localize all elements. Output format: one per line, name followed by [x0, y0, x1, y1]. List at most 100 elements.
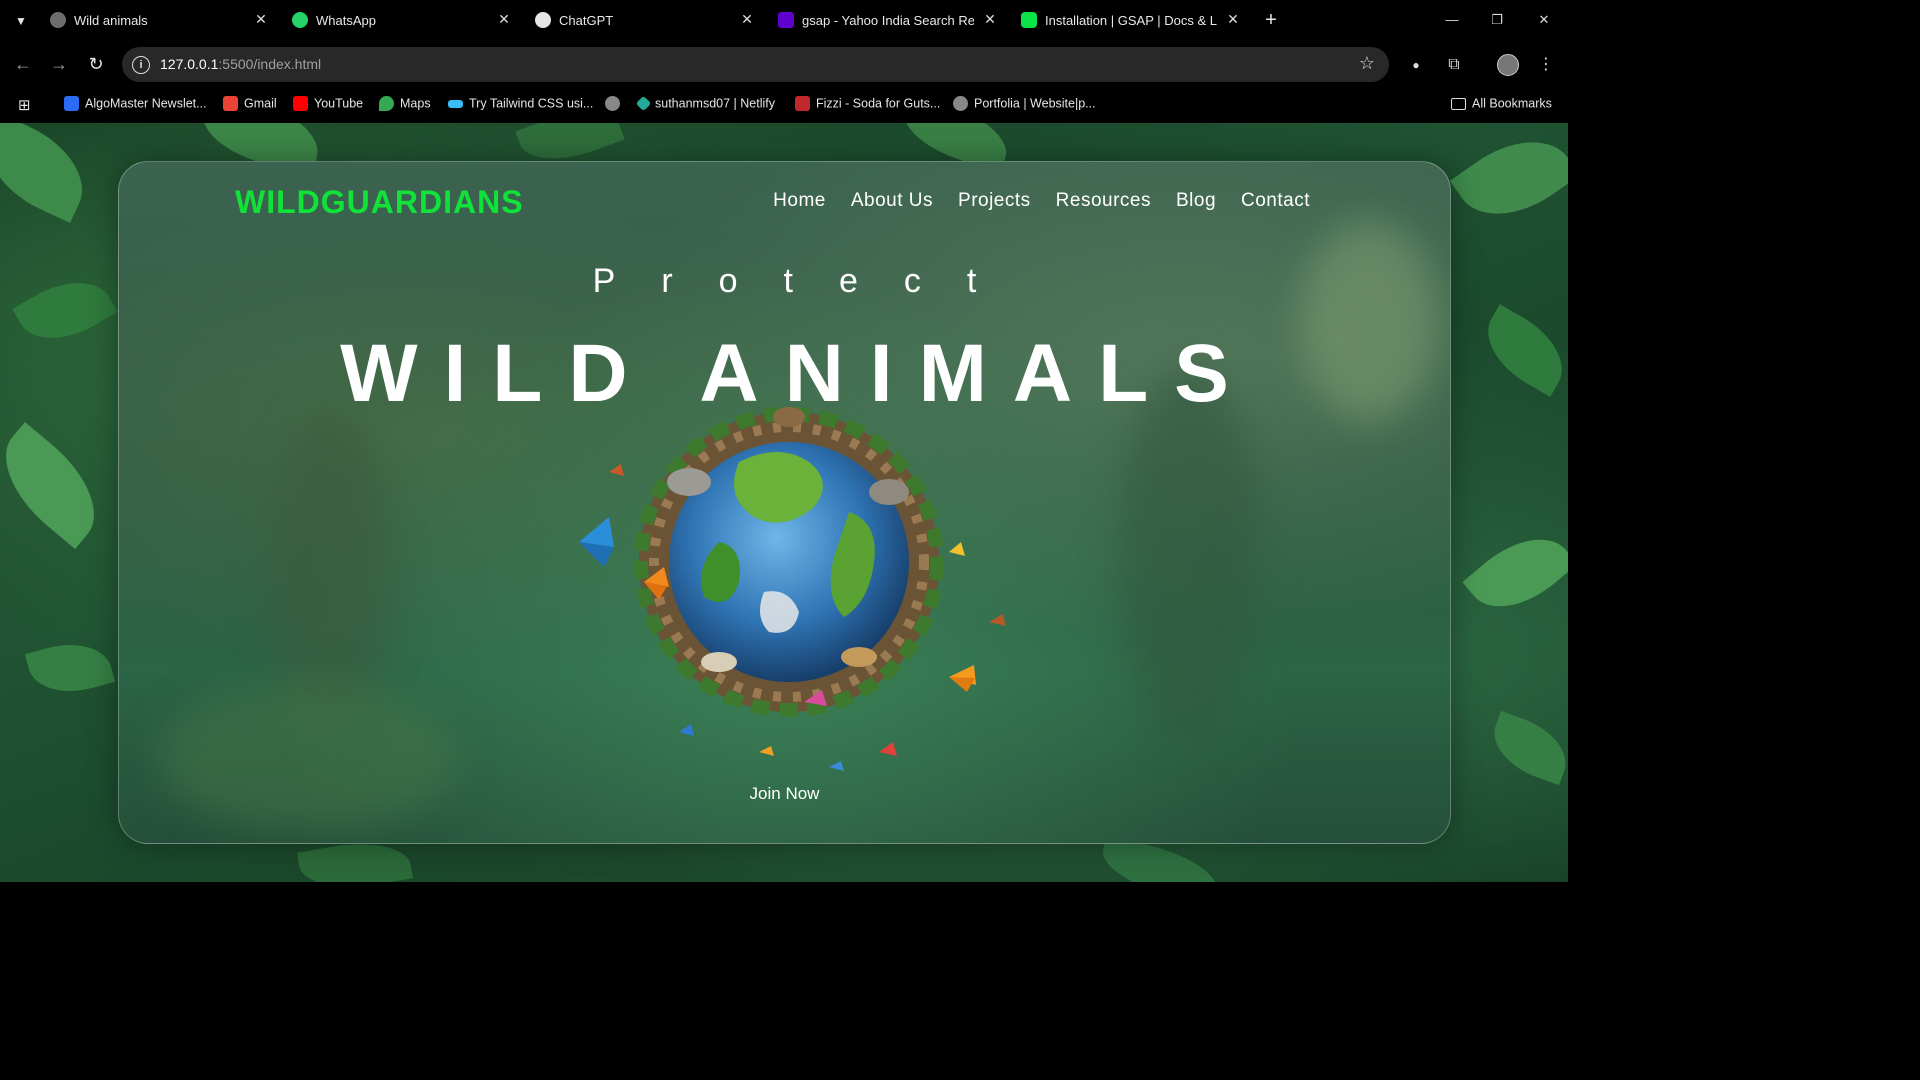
youtube-icon	[293, 96, 308, 112]
bookmark-maps[interactable]: Maps	[379, 96, 431, 114]
brand-logo[interactable]: WILDGUARDIANS	[235, 184, 524, 221]
bookmark-label: Portfolia | Website|p...	[974, 96, 1096, 111]
bookmark-globe[interactable]	[605, 96, 626, 114]
bookmarks-bar: ⊞ AlgoMaster Newslet... Gmail YouTube Ma…	[0, 88, 1568, 123]
site-info-icon[interactable]: i	[132, 56, 150, 74]
giraffe-shape	[841, 647, 877, 667]
tab-title: Installation | GSAP | Docs & Lea	[1045, 13, 1217, 28]
maps-pin-icon	[379, 96, 394, 112]
chatgpt-icon	[535, 12, 551, 28]
new-tab-plus-icon[interactable]: +	[1260, 9, 1282, 31]
reload-icon[interactable]: ↻	[85, 53, 107, 75]
leaf-decoration	[1472, 304, 1568, 397]
bookmark-label: suthanmsd07 | Netlify	[655, 96, 775, 111]
hero-kicker: Protect	[592, 262, 1023, 300]
bookmark-label: Fizzi - Soda for Guts...	[816, 96, 941, 111]
nav-projects[interactable]: Projects	[958, 190, 1031, 212]
close-tab-icon[interactable]: ✕	[496, 11, 512, 27]
url-host: 127.0.0.1	[160, 56, 219, 72]
bookmark-label: Gmail	[244, 96, 277, 111]
animal-shape	[773, 407, 805, 427]
minimize-icon[interactable]: —	[1440, 10, 1464, 30]
earth-animals-illustration	[549, 372, 1029, 792]
butterfly-blue-icon	[579, 517, 614, 567]
restore-icon[interactable]: ❐	[1485, 10, 1509, 30]
folder-icon	[1451, 97, 1466, 110]
butterfly-yellow-icon	[949, 542, 965, 556]
leaf-decoration	[1449, 123, 1568, 239]
bookmark-fizzi[interactable]: Fizzi - Soda for Guts...	[795, 96, 940, 114]
back-arrow-icon[interactable]: ←	[12, 53, 34, 75]
url-text[interactable]: 127.0.0.1:5500/index.html	[160, 56, 321, 72]
globe-icon	[50, 12, 66, 28]
all-bookmarks-button[interactable]: All Bookmarks	[1451, 96, 1552, 114]
close-tab-icon[interactable]: ✕	[739, 11, 755, 27]
profile-avatar-icon[interactable]	[1497, 54, 1519, 76]
bookmark-label: YouTube	[314, 96, 364, 111]
fizzi-icon	[795, 96, 810, 112]
main-nav: Home About Us Projects Resources Blog Co…	[773, 190, 1310, 212]
leaf-decoration	[0, 422, 117, 549]
nav-about-us[interactable]: About Us	[851, 190, 933, 212]
butterfly-red-icon	[879, 742, 897, 756]
bookmark-algomaster[interactable]: AlgoMaster Newslet...	[64, 96, 207, 114]
globe-icon	[605, 96, 620, 112]
globe-icon	[953, 96, 968, 112]
rhino-shape	[869, 479, 909, 505]
leaf-decoration	[24, 633, 116, 703]
url-path: :5500/index.html	[218, 56, 322, 72]
tab-chatgpt[interactable]: ChatGPT ✕	[535, 6, 755, 36]
bookmark-label: Maps	[400, 96, 431, 111]
bookmark-label: AlgoMaster Newslet...	[85, 96, 207, 111]
all-bookmarks-label: All Bookmarks	[1472, 96, 1552, 111]
whatsapp-icon	[292, 12, 308, 28]
earth-globe-svg	[579, 407, 1006, 771]
close-tab-icon[interactable]: ✕	[253, 11, 269, 27]
leaf-decoration	[1462, 517, 1568, 629]
page-viewport: WILDGUARDIANS Home About Us Projects Res…	[0, 123, 1568, 882]
join-now-button[interactable]: Join Now	[119, 784, 1450, 804]
tab-gsap-installation[interactable]: Installation | GSAP | Docs & Lea ✕	[1021, 6, 1241, 36]
menu-kebab-icon[interactable]: ⋮	[1535, 54, 1557, 76]
tab-whatsapp[interactable]: WhatsApp ✕	[292, 6, 512, 36]
forward-arrow-icon[interactable]: →	[48, 53, 70, 75]
tab-strip: ▼ Wild animals ✕ WhatsApp ✕ ChatGPT ✕ gs…	[0, 0, 1568, 41]
elephant-shape	[667, 468, 711, 496]
close-tab-icon[interactable]: ✕	[1225, 11, 1241, 27]
butterfly-orange-icon	[949, 665, 976, 692]
tab-wild-animals[interactable]: Wild animals ✕	[50, 6, 270, 36]
leaf-decoration	[12, 264, 118, 357]
leaf-decoration	[0, 123, 100, 223]
nav-resources[interactable]: Resources	[1056, 190, 1151, 212]
nav-home[interactable]: Home	[773, 190, 826, 212]
extension-bug-icon[interactable]: ●	[1405, 54, 1427, 76]
address-bar[interactable]: i 127.0.0.1:5500/index.html ☆	[122, 47, 1389, 82]
tab-title: WhatsApp	[316, 13, 376, 28]
hero-glass-card: WILDGUARDIANS Home About Us Projects Res…	[118, 161, 1451, 844]
apps-grid-icon[interactable]: ⊞	[18, 96, 31, 114]
gsap-icon	[1021, 12, 1037, 28]
bookmark-gmail[interactable]: Gmail	[223, 96, 277, 114]
bookmark-portfolia[interactable]: Portfolia | Website|p...	[953, 96, 1096, 114]
extensions-puzzle-icon[interactable]: ⧉	[1443, 54, 1465, 76]
tab-title: gsap - Yahoo India Search Resu	[802, 13, 974, 28]
netlify-icon	[635, 95, 652, 112]
nav-blog[interactable]: Blog	[1176, 190, 1216, 212]
tab-title: Wild animals	[74, 13, 148, 28]
yahoo-icon	[778, 12, 794, 28]
gmail-icon	[223, 96, 238, 112]
leaf-decoration	[1483, 710, 1568, 786]
bookmark-label: Try Tailwind CSS usi...	[469, 96, 594, 111]
close-tab-icon[interactable]: ✕	[982, 11, 998, 27]
bookmark-star-icon[interactable]: ☆	[1359, 53, 1375, 74]
bookmark-netlify[interactable]: suthanmsd07 | Netlify	[635, 95, 775, 114]
forest-blur	[159, 682, 459, 832]
nav-contact[interactable]: Contact	[1241, 190, 1310, 212]
bookmark-youtube[interactable]: YouTube	[293, 96, 363, 114]
tab-yahoo-search[interactable]: gsap - Yahoo India Search Resu ✕	[778, 6, 998, 36]
tailwind-icon	[448, 99, 463, 108]
zebra-shape	[701, 652, 737, 672]
bookmark-tailwind[interactable]: Try Tailwind CSS usi...	[448, 96, 593, 114]
close-window-icon[interactable]: ✕	[1532, 10, 1556, 30]
tab-search-chevron-icon[interactable]: ▼	[10, 10, 32, 32]
